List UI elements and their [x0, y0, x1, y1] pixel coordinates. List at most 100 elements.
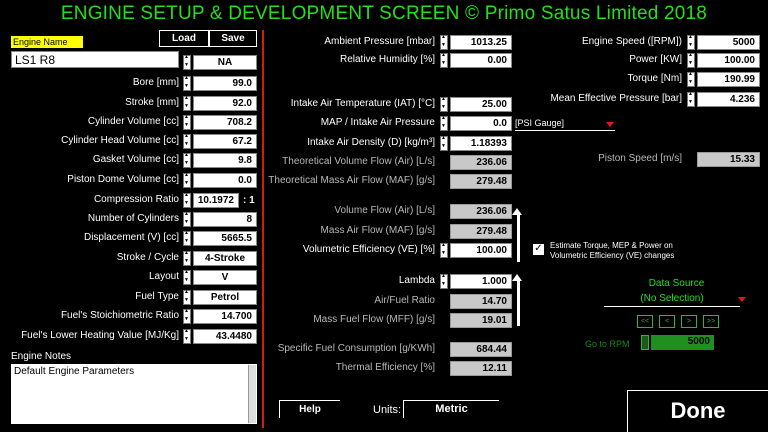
help-button[interactable]: Help: [279, 400, 340, 418]
section-divider: [262, 30, 264, 428]
stroke-stepper[interactable]: [183, 95, 191, 111]
fuel-type-value[interactable]: Petrol: [193, 290, 257, 305]
layout-stepper[interactable]: [183, 269, 191, 285]
cylinder-volume-stepper[interactable]: [183, 114, 191, 130]
head-volume-value[interactable]: 67.2: [193, 134, 257, 149]
lambda-slider-pointer[interactable]: [512, 274, 522, 281]
bore-value[interactable]: 99.0: [193, 76, 257, 91]
goto-rpm-input[interactable]: 5000: [651, 335, 714, 350]
torque-value[interactable]: 190.99: [697, 72, 760, 87]
piston-dome-volume-value[interactable]: 0.0: [193, 173, 257, 188]
ambient-pressure-stepper[interactable]: [440, 34, 448, 50]
stroke-cycle-stepper[interactable]: [183, 250, 191, 266]
nav-first-button[interactable]: <<: [637, 315, 653, 328]
units-select[interactable]: Metric: [403, 400, 499, 418]
engine-notes-textarea[interactable]: Default Engine Parameters: [11, 364, 257, 424]
bore-label: Bore [mm]: [132, 77, 179, 88]
ve-value[interactable]: 100.00: [450, 243, 512, 258]
stroke-value[interactable]: 92.0: [193, 96, 257, 111]
engine-notes-label: Engine Notes: [11, 351, 72, 362]
lhv-stepper[interactable]: [183, 328, 191, 344]
displacement-label: Displacement (V) [cc]: [83, 232, 179, 243]
iat-stepper[interactable]: [440, 96, 448, 112]
data-source-dropdown-arrow[interactable]: [738, 297, 746, 302]
displacement-stepper[interactable]: [183, 230, 191, 246]
save-button[interactable]: Save: [209, 30, 257, 47]
nav-next-button[interactable]: >: [681, 315, 697, 328]
fuel-type-stepper[interactable]: [183, 289, 191, 305]
map-unit-dropdown-arrow[interactable]: [606, 122, 614, 127]
ve-slider-pointer[interactable]: [512, 208, 522, 215]
mff-label: Mass Fuel Flow (MFF) [g/s]: [313, 314, 435, 325]
stoich-ratio-stepper[interactable]: [183, 308, 191, 324]
stoich-ratio-value[interactable]: 14.700: [193, 309, 257, 324]
gasket-volume-label: Gasket Volume [cc]: [92, 154, 179, 165]
notes-scrollbar[interactable]: [248, 365, 256, 423]
done-button[interactable]: Done: [627, 390, 768, 432]
fuel-type-label: Fuel Type: [135, 291, 179, 302]
cylinder-volume-value[interactable]: 708.2: [193, 115, 257, 130]
afr-label: Air/Fuel Ratio: [374, 295, 435, 306]
density-stepper[interactable]: [440, 135, 448, 151]
map-value[interactable]: 0.0: [450, 116, 512, 131]
lambda-value[interactable]: 1.000: [450, 274, 512, 289]
humidity-value[interactable]: 0.00: [450, 53, 512, 68]
engine-speed-value[interactable]: 5000: [697, 35, 760, 50]
stroke-cycle-value[interactable]: 4-Stroke: [193, 251, 257, 266]
num-cylinders-value[interactable]: 8: [193, 212, 257, 227]
maf-value: 279.48: [450, 224, 512, 239]
ve-slider-track[interactable]: [517, 212, 520, 262]
lambda-stepper[interactable]: [440, 273, 448, 289]
compression-ratio-stepper[interactable]: [183, 192, 191, 208]
humidity-stepper[interactable]: [440, 52, 448, 68]
lhv-value[interactable]: 43.4480: [193, 329, 257, 344]
power-value[interactable]: 100.00: [697, 53, 760, 68]
estimate-checkbox-label: Estimate Torque, MEP & Power on Volumetr…: [550, 241, 675, 260]
density-value[interactable]: 1.18393: [450, 136, 512, 151]
goto-rpm-stepper[interactable]: [641, 335, 649, 350]
num-cylinders-stepper[interactable]: [183, 211, 191, 227]
power-stepper[interactable]: [687, 52, 695, 68]
displacement-value[interactable]: 5665.5: [193, 231, 257, 246]
torque-stepper[interactable]: [687, 71, 695, 87]
engine-speed-stepper[interactable]: [687, 34, 695, 50]
gasket-volume-stepper[interactable]: [183, 152, 191, 168]
vol-flow-label: Volume Flow (Air) [L/s]: [334, 205, 435, 216]
iat-value[interactable]: 25.00: [450, 97, 512, 112]
compression-ratio-value[interactable]: 10.1972: [193, 193, 239, 208]
map-label: MAP / Intake Air Pressure: [320, 117, 435, 128]
mff-value: 19.01: [450, 313, 512, 328]
mep-value[interactable]: 4.236: [697, 92, 760, 107]
piston-dome-volume-stepper[interactable]: [183, 172, 191, 188]
compression-ratio-suffix: : 1: [243, 195, 255, 206]
ambient-pressure-value[interactable]: 1013.25: [450, 35, 512, 50]
piston-dome-volume-label: Piston Dome Volume [cc]: [67, 174, 179, 185]
ambient-pressure-label: Ambient Pressure [mbar]: [324, 36, 435, 47]
bore-stepper[interactable]: [183, 75, 191, 91]
mep-stepper[interactable]: [687, 91, 695, 107]
lambda-slider-track[interactable]: [517, 278, 520, 326]
nav-last-button[interactable]: >>: [703, 315, 719, 328]
ve-stepper[interactable]: [440, 242, 448, 258]
map-stepper[interactable]: [440, 115, 448, 131]
thermal-eff-label: Thermal Efficiency [%]: [335, 362, 435, 373]
torque-label: Torque [Nm]: [627, 73, 682, 84]
piston-speed-label: Piston Speed [m/s]: [598, 153, 682, 164]
estimate-checkbox[interactable]: ✓: [533, 244, 544, 255]
stroke-label: Stroke [mm]: [125, 97, 179, 108]
piston-speed-value: 15.33: [697, 152, 760, 167]
page-title: ENGINE SETUP & DEVELOPMENT SCREEN © Prim…: [60, 3, 708, 24]
data-source-select[interactable]: (No Selection): [604, 293, 740, 307]
gasket-volume-value[interactable]: 9.8: [193, 153, 257, 168]
head-volume-stepper[interactable]: [183, 133, 191, 149]
aspiration-stepper[interactable]: [183, 54, 191, 70]
map-unit-select[interactable]: [PSI Gauge]: [515, 118, 615, 131]
engine-name-input[interactable]: LS1 R8: [11, 51, 179, 68]
afr-value: 14.70: [450, 294, 512, 309]
layout-value[interactable]: V: [193, 270, 257, 285]
load-button[interactable]: Load: [159, 30, 209, 47]
num-cylinders-label: Number of Cylinders: [87, 213, 179, 224]
aspiration-value[interactable]: NA: [193, 55, 257, 70]
stoich-ratio-label: Fuel's Stoichiometric Ratio: [60, 310, 179, 321]
nav-prev-button[interactable]: <: [659, 315, 675, 328]
